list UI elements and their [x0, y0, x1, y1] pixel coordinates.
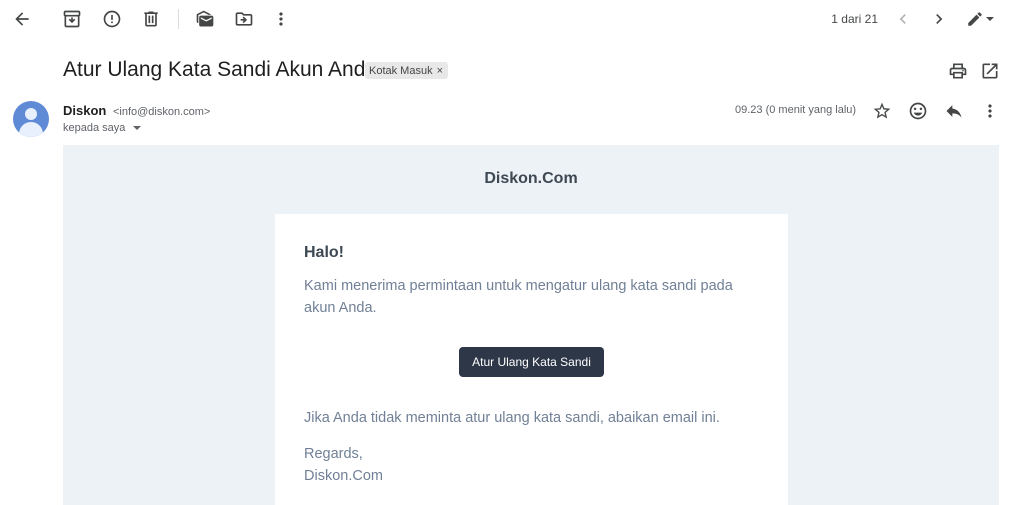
report-spam-button[interactable]: [100, 7, 124, 31]
star-button[interactable]: [870, 99, 894, 123]
recipient-details-toggle[interactable]: kepada saya: [63, 122, 142, 134]
emoji-icon: [909, 102, 927, 120]
move-to-button[interactable]: [232, 7, 256, 31]
delete-icon: [144, 11, 158, 27]
recipient-text: kepada saya: [63, 122, 126, 134]
move-to-icon: [235, 12, 253, 26]
pager-count: 1 dari 21: [831, 12, 878, 26]
open-in-new-icon: [982, 63, 998, 79]
reset-password-button[interactable]: Atur Ulang Kata Sandi: [459, 347, 604, 377]
newer-button[interactable]: [891, 7, 915, 31]
email-paragraph-2: Jika Anda tidak meminta atur ulang kata …: [304, 410, 720, 426]
chevron-right-icon: [936, 14, 943, 24]
input-tools-button[interactable]: [962, 7, 998, 31]
reply-icon: [946, 105, 962, 118]
remove-label-icon[interactable]: ×: [437, 65, 443, 77]
signature-text: Diskon.Com: [304, 468, 383, 484]
star-outline-icon: [873, 102, 891, 119]
email-subject: Atur Ulang Kata Sandi Akun Anda: [63, 58, 378, 81]
sender-name[interactable]: Diskon: [63, 103, 106, 118]
more-vert-icon: [279, 12, 283, 26]
email-timestamp: 09.23 (0 menit yang lalu): [735, 104, 857, 116]
back-icon: [15, 12, 29, 26]
more-button[interactable]: [269, 7, 293, 31]
reply-button[interactable]: [942, 99, 966, 123]
chevron-down-icon: [986, 17, 994, 21]
sender-email: <info@diskon.com>: [112, 106, 211, 118]
archive-button[interactable]: [60, 7, 84, 31]
signoff-text: Regards,: [304, 446, 363, 462]
print-icon: [949, 63, 967, 79]
pen-icon: [968, 12, 982, 26]
more-vert-icon: [988, 104, 992, 118]
email-brand-header[interactable]: Diskon.Com: [63, 170, 999, 188]
avatar-body: [19, 122, 43, 137]
sender-avatar[interactable]: [13, 101, 49, 137]
archive-icon: [63, 10, 81, 28]
older-button[interactable]: [927, 7, 951, 31]
caret-down-icon: [133, 126, 142, 130]
mark-unread-button[interactable]: [193, 7, 217, 31]
inbox-label-chip[interactable]: Kotak Masuk ×: [365, 62, 449, 79]
email-signature: Regards, Diskon.Com: [304, 443, 383, 487]
back-button[interactable]: [10, 7, 34, 31]
email-greeting: Halo!: [304, 244, 344, 261]
print-button[interactable]: [946, 59, 970, 83]
sender-line: Diskon <info@diskon.com>: [63, 103, 210, 118]
chevron-left-icon: [899, 14, 906, 24]
message-more-button[interactable]: [978, 99, 1002, 123]
mark-unread-icon: [196, 10, 214, 27]
report-spam-icon: [103, 10, 121, 28]
open-new-window-button[interactable]: [978, 59, 1002, 83]
avatar-head: [25, 108, 37, 120]
email-paragraph-1: Kami menerima permintaan untuk mengatur …: [304, 278, 733, 316]
emoji-reaction-button[interactable]: [906, 99, 930, 123]
delete-button[interactable]: [139, 7, 163, 31]
toolbar-divider: [178, 9, 179, 29]
label-text: Kotak Masuk: [369, 64, 433, 77]
